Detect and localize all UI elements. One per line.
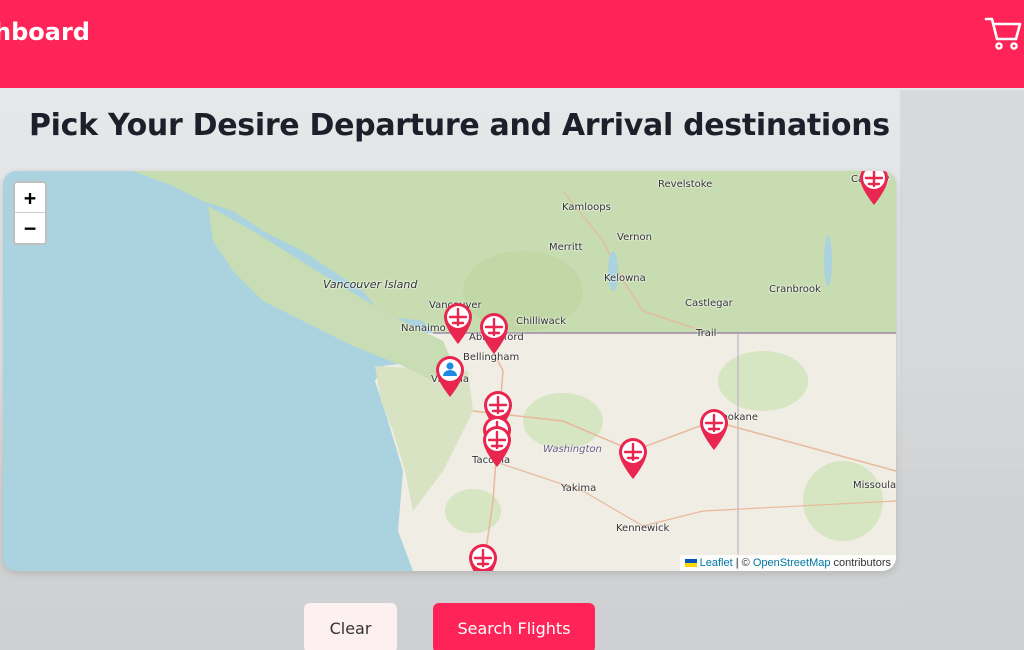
airport-marker-vancouver[interactable] — [441, 300, 475, 346]
clear-button[interactable]: Clear — [304, 603, 397, 650]
ukraine-flag-icon — [684, 559, 697, 568]
label-castlegar: Castlegar — [685, 298, 733, 309]
leaflet-link[interactable]: Leaflet — [700, 557, 733, 569]
top-bar: hboard — [0, 0, 1024, 88]
search-flights-button[interactable]: Search Flights — [433, 603, 595, 650]
openstreetmap-link[interactable]: OpenStreetMap — [753, 557, 831, 569]
label-merritt: Merritt — [549, 242, 583, 253]
brand-title: hboard — [0, 18, 90, 46]
label-kelowna: Kelowna — [604, 273, 646, 284]
zoom-in-button[interactable]: + — [15, 183, 45, 213]
label-revelstoke: Revelstoke — [658, 179, 713, 190]
label-nanaimo: Nanaimo — [401, 323, 446, 334]
airport-marker-calgary[interactable] — [857, 171, 891, 207]
airport-marker-spokane[interactable] — [697, 406, 731, 452]
label-cranbrook: Cranbrook — [769, 284, 821, 295]
map-attribution: Leaflet | © OpenStreetMap contributors — [679, 555, 896, 571]
label-missoula: Missoula — [853, 480, 896, 491]
label-kennewick: Kennewick — [616, 523, 670, 534]
zoom-control: + − — [13, 181, 47, 245]
page-title: Pick Your Desire Departure and Arrival d… — [29, 108, 890, 143]
label-kamloops: Kamloops — [562, 202, 611, 213]
attribution-contributors: contributors — [830, 557, 891, 569]
label-chilliwack: Chilliwack — [516, 316, 567, 327]
label-vancouver-island: Vancouver Island — [323, 278, 418, 291]
zoom-out-button[interactable]: − — [15, 213, 45, 243]
user-location-marker[interactable] — [433, 353, 467, 399]
airport-marker-seatac[interactable] — [480, 423, 514, 469]
label-washington: Washington — [543, 444, 602, 455]
attribution-separator: | © — [732, 557, 753, 569]
label-yakima: Yakima — [561, 483, 597, 494]
airport-marker-portland[interactable] — [466, 541, 500, 571]
cart-icon[interactable] — [984, 15, 1022, 51]
airport-marker-abbotsford[interactable] — [477, 310, 511, 356]
label-vernon: Vernon — [617, 232, 652, 243]
label-trail: Trail — [696, 328, 717, 339]
airport-marker-moses-lake[interactable] — [616, 435, 650, 481]
map[interactable]: + − Vancouver Island Revelstoke Kamloops… — [3, 171, 896, 571]
